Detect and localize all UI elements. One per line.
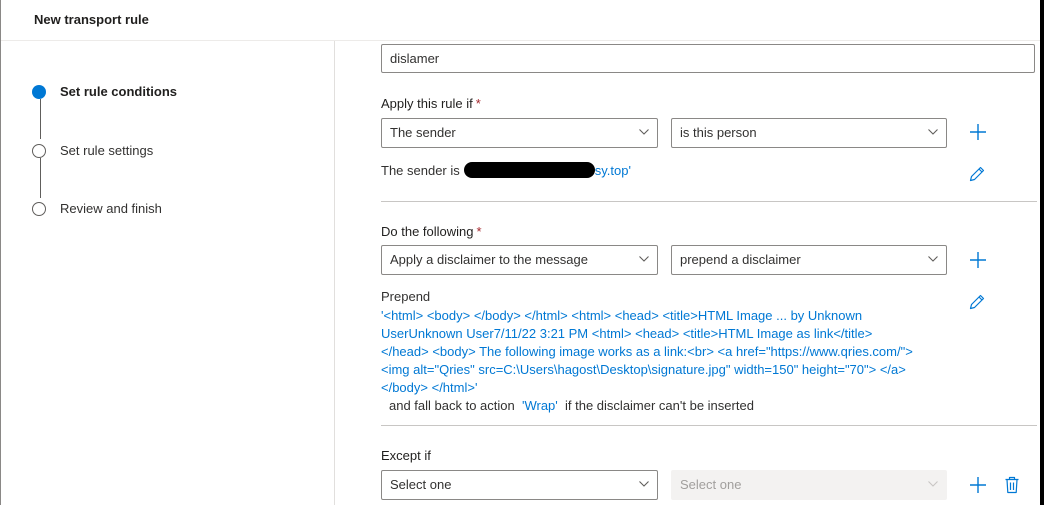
action-section-label: Do the following * [381,224,482,239]
fallback-suffix: if the disclaimer can't be inserted [565,398,754,413]
action-mode-dropdown[interactable]: prepend a disclaimer [671,245,947,275]
dropdown-value: prepend a disclaimer [680,252,801,267]
edit-action-button[interactable] [967,292,987,312]
fallback-action-link[interactable]: 'Wrap' [522,398,558,413]
edit-condition-button[interactable] [967,164,987,184]
exception-predicate-dropdown[interactable]: Select one [671,470,947,500]
step-connector [40,158,41,198]
step-review-and-finish[interactable]: Review and finish [32,201,162,216]
condition-predicate-dropdown[interactable]: is this person [671,118,947,148]
exception-subject-dropdown[interactable]: Select one [381,470,658,500]
step-label: Set rule conditions [60,84,178,99]
dropdown-value: Select one [680,477,742,492]
sender-value-link[interactable]: sy.top' [595,163,631,178]
condition-label-text: Apply this rule if [381,96,473,111]
disclaimer-line: </head> <body> The following image works… [381,344,913,359]
step-current-indicator [32,84,46,99]
chevron-down-icon [639,129,649,135]
step-pending-indicator [32,201,46,216]
dropdown-value: Apply a disclaimer to the message [390,252,588,267]
chevron-down-icon [639,256,649,262]
add-condition-button[interactable] [968,122,988,142]
redacted-block [463,162,595,178]
action-label-text: Do the following [381,224,474,239]
chevron-down-icon [928,129,938,135]
step-set-rule-conditions[interactable]: Set rule conditions [32,84,177,99]
rule-name-input[interactable]: dislamer [381,44,1035,73]
panel-header: New transport rule [1,0,1040,41]
step-label: Review and finish [60,201,162,216]
summary-prefix: The sender is [381,163,460,178]
add-action-button[interactable] [968,250,988,270]
pencil-icon [969,166,985,182]
fallback-prefix: and fall back to action [389,398,515,413]
step-set-rule-settings[interactable]: Set rule settings [32,143,153,158]
step-label: Set rule settings [60,143,154,158]
disclaimer-line: UserUnknown User7/11/22 3:21 PM <html> <… [381,326,873,341]
trash-icon [1005,476,1019,494]
plus-icon [970,252,986,268]
page-title: New transport rule [34,12,149,27]
condition-section-label: Apply this rule if * [381,96,481,111]
dropdown-value: Select one [390,477,452,492]
condition-subject-dropdown[interactable]: The sender [381,118,658,148]
disclaimer-line: <img alt="Qries" src=C:\Users\hagost\Des… [381,362,906,377]
dropdown-value: The sender [390,125,456,140]
section-divider [381,201,1037,202]
exception-section-label: Except if [381,448,431,463]
disclaimer-text-link[interactable]: '<html> <body> </body> </html> <html> <h… [381,307,966,397]
step-connector [40,99,41,139]
window-border-right [1040,0,1044,505]
action-summary-title: Prepend [381,289,431,304]
disclaimer-line: </body> </html>' [381,380,478,395]
plus-icon [970,124,986,140]
add-exception-button[interactable] [968,475,988,495]
required-marker: * [476,224,482,239]
chevron-down-icon [928,256,938,262]
section-divider [381,425,1037,426]
condition-summary: The sender is sy.top' [381,162,631,178]
delete-exception-button[interactable] [1002,475,1022,495]
pencil-icon [969,294,985,310]
chevron-down-icon [639,481,649,487]
action-type-dropdown[interactable]: Apply a disclaimer to the message [381,245,658,275]
plus-icon [970,477,986,493]
chevron-down-icon [928,481,938,487]
step-pending-indicator [32,143,46,158]
required-marker: * [475,96,481,111]
fallback-summary: and fall back to action 'Wrap' if the di… [389,398,754,413]
wizard-steps-pane [1,41,335,505]
dropdown-value: is this person [680,125,757,140]
disclaimer-line: '<html> <body> </body> </html> <html> <h… [381,308,863,323]
